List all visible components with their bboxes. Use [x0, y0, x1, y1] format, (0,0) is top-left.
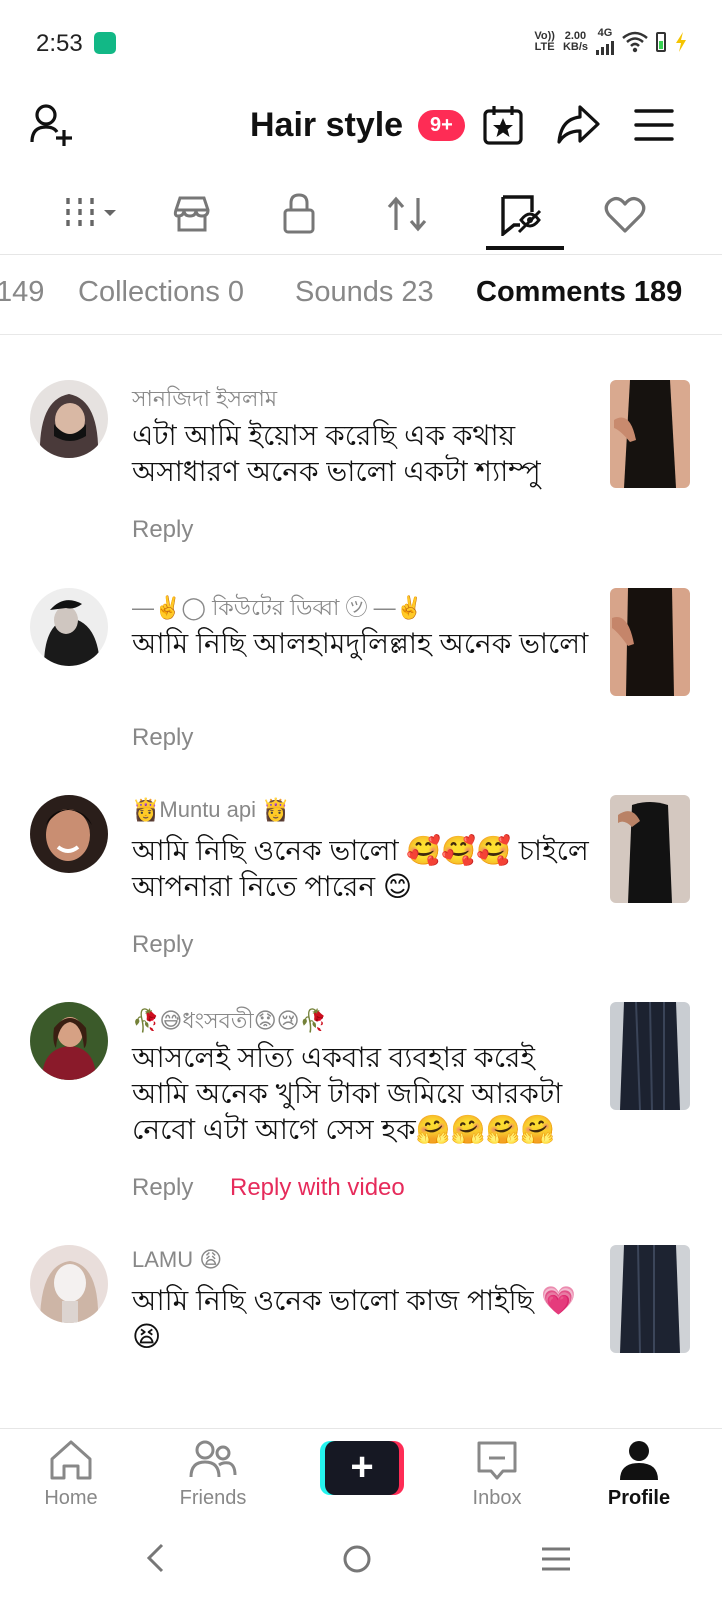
reply-button[interactable]: Reply: [132, 724, 193, 752]
video-thumbnail[interactable]: [610, 1002, 690, 1110]
avatar[interactable]: [30, 588, 108, 666]
avatar[interactable]: [30, 1002, 108, 1080]
create-button[interactable]: +: [320, 1441, 404, 1495]
comment-text: আমি নিছি ওনেক ভালো কাজ পাইছি 💗😫: [132, 1285, 577, 1352]
reply-with-video-button[interactable]: Reply with video: [230, 1174, 405, 1202]
comment-username[interactable]: 👸Muntu api 👸: [132, 797, 290, 823]
tab-sounds[interactable]: Sounds 23: [295, 276, 434, 309]
bottom-nav: Home Friends + Inbox Profile: [0, 1428, 722, 1525]
network-gen: 4G: [596, 28, 614, 55]
nav-profile[interactable]: Profile: [584, 1439, 694, 1510]
notification-badge: 9+: [418, 110, 465, 141]
liked-heart-icon[interactable]: [604, 196, 646, 234]
comment-text: আসলেই সত্যি একবার ব্যবহার করেই আমি অনেক …: [132, 1042, 563, 1145]
status-time: 2:53: [36, 30, 83, 57]
charging-icon: [676, 31, 686, 52]
nav-friends-label: Friends: [179, 1487, 247, 1509]
add-friend-icon[interactable]: [30, 102, 76, 148]
shop-icon[interactable]: [172, 194, 212, 234]
comment-username[interactable]: —✌️◯ কিউটের ডিব্বা ㋡ —✌️: [132, 590, 423, 628]
reply-button[interactable]: Reply: [132, 1174, 193, 1202]
status-indicators: Vo)) LTE 2.00 KB/s 4G: [534, 28, 688, 55]
status-bar: 2:53 Vo)) LTE 2.00 KB/s 4G: [0, 0, 722, 88]
comment-text: এটা আমি ইয়োস করেছি এক কথায় অসাধারণ অনে…: [132, 420, 541, 487]
nav-home-label: Home: [44, 1487, 98, 1509]
home-icon: [50, 1440, 92, 1480]
lock-icon[interactable]: [282, 192, 316, 234]
friends-icon: [189, 1440, 237, 1478]
nav-profile-label: Profile: [607, 1487, 671, 1509]
battery-icon: [656, 31, 666, 52]
video-thumbnail[interactable]: [610, 588, 690, 696]
repost-icon[interactable]: [386, 194, 428, 234]
wifi-icon: [622, 31, 648, 52]
app-notification-icon: [94, 32, 116, 54]
volte-indicator: Vo)) LTE: [534, 29, 555, 53]
plus-icon: +: [325, 1441, 399, 1495]
home-circle-icon[interactable]: [342, 1544, 372, 1574]
profile-icon-tabs: [0, 180, 722, 255]
comment-text: আমি নিছি আলহামদুলিল্লাহ অনেক ভালো: [132, 628, 589, 659]
reply-button[interactable]: Reply: [132, 516, 193, 544]
tab-comments[interactable]: Comments 189: [476, 276, 682, 309]
inbox-icon: [477, 1441, 517, 1480]
video-thumbnail[interactable]: [610, 1245, 690, 1353]
back-icon[interactable]: [144, 1542, 166, 1574]
tab-collections[interactable]: Collections 0: [78, 276, 244, 309]
recents-icon[interactable]: [540, 1546, 572, 1572]
avatar[interactable]: [30, 380, 108, 458]
nav-friends[interactable]: Friends: [158, 1439, 268, 1510]
profile-header: Hair style 9+: [0, 92, 722, 162]
nav-home[interactable]: Home: [16, 1439, 126, 1510]
comment-text: আমি নিছি ওনেক ভালো 🥰🥰🥰 চাইলে আপনারা নিতে…: [132, 835, 589, 902]
system-nav-bar: [0, 1524, 722, 1600]
collections-icon[interactable]: [500, 194, 542, 236]
profile-icon: [620, 1441, 658, 1480]
active-tab-indicator: [486, 246, 564, 250]
reply-button[interactable]: Reply: [132, 931, 193, 959]
nav-inbox[interactable]: Inbox: [442, 1439, 552, 1510]
profile-sub-tabs: 149 Collections 0 Sounds 23 Comments 189: [0, 254, 722, 335]
avatar[interactable]: [30, 1245, 108, 1323]
share-icon[interactable]: [556, 104, 600, 146]
grid-dropdown-icon[interactable]: [64, 196, 120, 232]
comment-username[interactable]: সানজিদা ইসলাম: [132, 382, 277, 419]
nav-inbox-label: Inbox: [472, 1487, 522, 1509]
comment-username[interactable]: 🥀😅ধংসবতী😟😢🥀: [132, 1004, 327, 1041]
tab-favorites-count[interactable]: 149: [0, 276, 44, 309]
menu-icon[interactable]: [634, 108, 674, 142]
video-thumbnail[interactable]: [610, 795, 690, 903]
video-thumbnail[interactable]: [610, 380, 690, 488]
calendar-star-icon[interactable]: [482, 104, 524, 146]
comment-username[interactable]: LAMU 😩: [132, 1247, 222, 1273]
avatar[interactable]: [30, 795, 108, 873]
page-title: Hair style: [250, 106, 404, 144]
signal-icon: [596, 39, 614, 55]
network-speed: 2.00 KB/s: [562, 29, 588, 53]
